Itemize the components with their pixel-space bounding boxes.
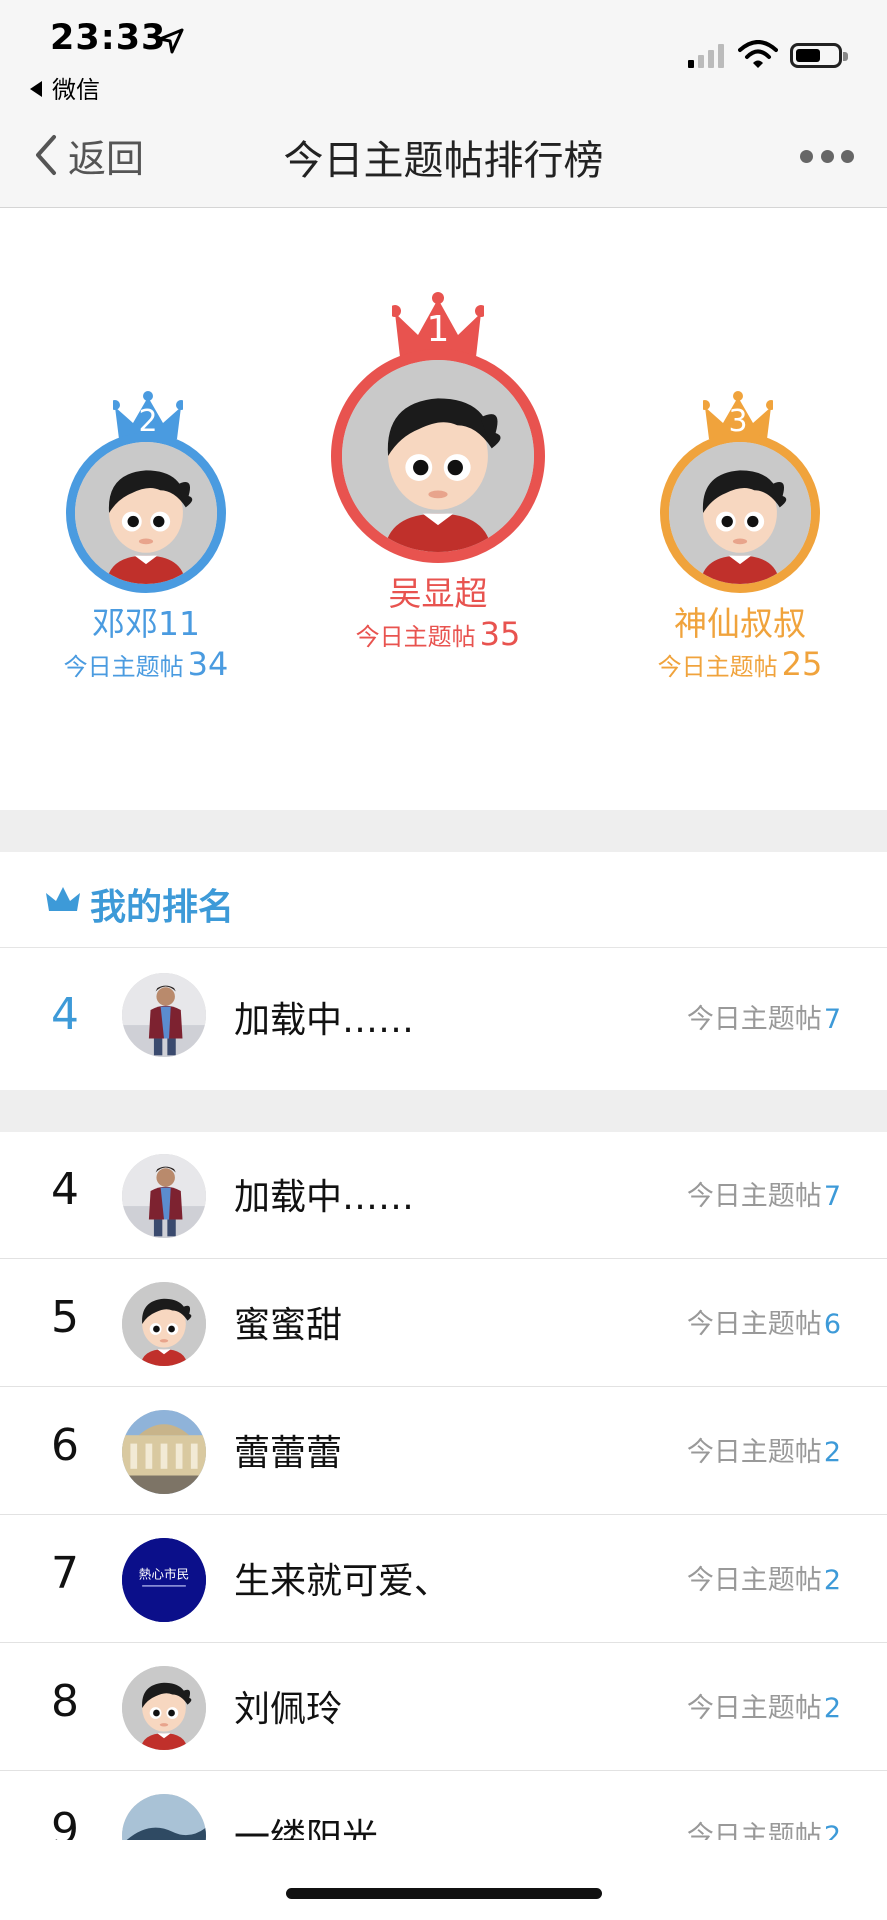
avatar [122,1282,206,1366]
podium-name: 吴显超 [388,574,488,613]
podium-count: 今日主题帖 35 [355,615,521,653]
my-rank-header: 我的排名 [0,852,887,948]
chevron-left-icon [36,135,56,175]
podium-count: 今日主题帖 34 [63,645,229,683]
back-label: 返回 [68,136,145,181]
section-divider [0,1090,887,1132]
avatar: 熱心市民 [122,1538,206,1622]
crown-icon [46,887,80,911]
user-name: 加载中…… [234,1177,415,1218]
post-count: 今日主题帖7 [686,1004,841,1035]
list-item[interactable]: 6 蕾蕾蕾 今日主题帖2 [0,1388,887,1515]
avatar [122,1154,206,1238]
rank-number: 6 [51,1420,79,1471]
podium-avatar [660,433,820,593]
podium: 2 邓邓11 今日主题帖 34 1 吴显超 今日主题帖 35 3 神仙叔叔 今日… [0,209,887,809]
list-item[interactable]: 8 刘佩玲 今日主题帖2 [0,1644,887,1771]
podium-rank-number: 1 [426,309,450,350]
post-count: 今日主题帖2 [686,1693,841,1724]
status-bar: 23:33 微信 [0,0,887,104]
user-name: 蜜蜜甜 [234,1305,343,1346]
rank-number: 5 [51,1292,79,1343]
battery-icon [790,43,848,68]
avatar [122,1666,206,1750]
podium-name: 邓邓11 [92,604,200,643]
back-button[interactable]: 返回 [32,130,145,181]
location-arrow-icon [158,28,184,54]
home-indicator[interactable] [286,1888,602,1899]
wifi-icon [738,40,778,68]
podium-count: 今日主题帖 25 [657,645,823,683]
avatar [122,1410,206,1494]
rank-number: 4 [51,989,79,1040]
my-rank-row[interactable]: 4 加载中…… 今日主题帖7 [0,949,887,1090]
back-triangle-icon [30,81,42,97]
rank-number: 4 [51,1164,79,1215]
podium-name: 神仙叔叔 [674,604,806,643]
my-rank-title: 我的排名 [90,887,235,928]
rank-number: 8 [51,1676,79,1727]
user-name: 加载中…… [234,1000,415,1041]
post-count: 今日主题帖6 [686,1309,841,1340]
post-count: 今日主题帖2 [686,1565,841,1596]
podium-avatar [331,349,545,563]
rank-number: 7 [51,1548,79,1599]
user-name: 蕾蕾蕾 [234,1433,343,1474]
nav-bar: 返回 今日主题帖排行榜 [0,100,887,208]
podium-avatar [66,433,226,593]
svg-text:熱心市民: 熱心市民 [139,1566,189,1581]
list-item[interactable]: 7 熱心市民 生来就可爱、 今日主题帖2 [0,1516,887,1643]
post-count: 今日主题帖7 [686,1181,841,1212]
more-button[interactable] [800,144,854,168]
user-name: 刘佩玲 [234,1689,343,1730]
bottom-safe-area [0,1840,887,1920]
cellular-signal-icon [688,44,724,68]
status-time: 23:33 [50,18,167,58]
list-item[interactable]: 5 蜜蜜甜 今日主题帖6 [0,1260,887,1387]
avatar [122,973,206,1057]
section-divider [0,810,887,852]
user-name: 生来就可爱、 [234,1561,451,1602]
list-item[interactable]: 4 加载中…… 今日主题帖7 [0,1132,887,1259]
post-count: 今日主题帖2 [686,1437,841,1468]
